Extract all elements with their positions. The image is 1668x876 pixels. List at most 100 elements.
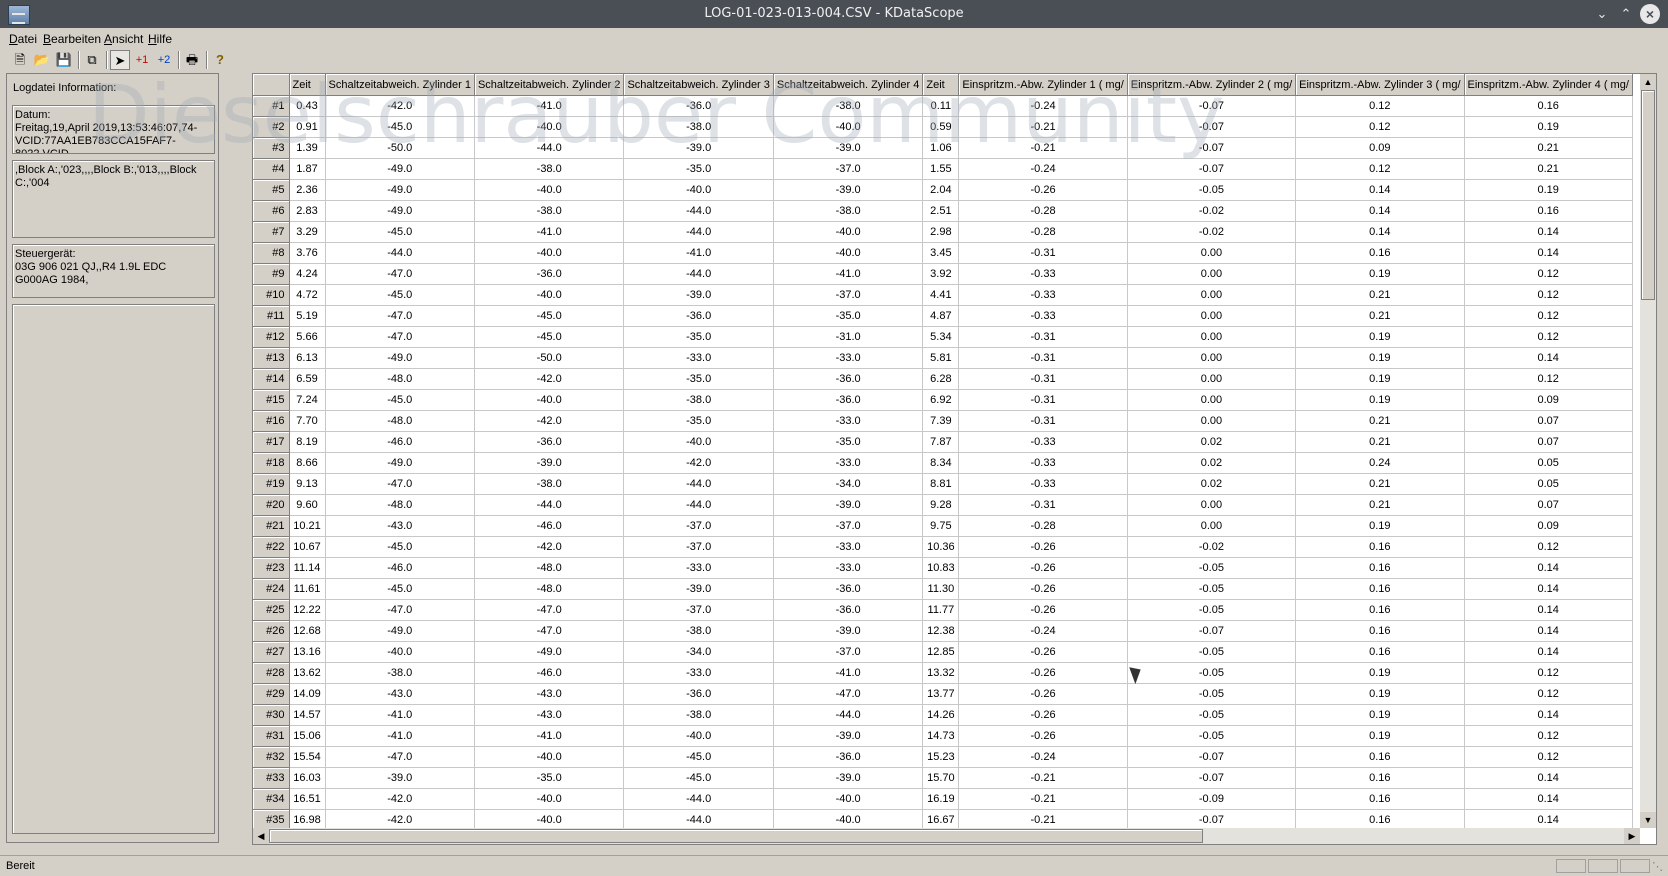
table-cell[interactable]: -39.0 <box>623 284 774 306</box>
table-row[interactable]: #24 11.61 -45.0 -48.0 -39.0 -36.0 11.30 -0.26 -0… <box>253 578 1633 600</box>
table-cell[interactable]: -37.0 <box>623 515 774 537</box>
table-cell[interactable]: 10.67 <box>289 536 326 558</box>
table-cell[interactable]: -38.0 <box>773 200 924 222</box>
table-cell[interactable]: -37.0 <box>623 599 774 621</box>
table-cell[interactable]: -49.0 <box>325 158 475 180</box>
minimize-icon[interactable]: ⌄ <box>1592 4 1612 24</box>
table-row[interactable]: #16 7.70 -48.0 -42.0 -35.0 -33.0 7.39 -0.31 0.00… <box>253 410 1633 432</box>
table-cell[interactable]: -48.0 <box>474 557 625 579</box>
row-header[interactable]: #4 <box>253 158 290 180</box>
table-cell[interactable]: -35.0 <box>623 326 774 348</box>
table-cell[interactable]: -0.28 <box>958 515 1128 537</box>
table-cell[interactable]: -36.0 <box>623 683 774 705</box>
table-cell[interactable]: -40.0 <box>474 746 625 768</box>
table-cell[interactable]: 12.38 <box>922 620 960 642</box>
table-cell[interactable]: -41.0 <box>474 221 625 243</box>
column-header[interactable]: Schaltzeitabweich. Zylinder 1 <box>325 74 475 96</box>
table-cell[interactable]: -0.26 <box>958 179 1128 201</box>
table-cell[interactable]: -0.02 <box>1127 221 1297 243</box>
table-cell[interactable]: -35.0 <box>623 158 774 180</box>
table-cell[interactable]: 0.14 <box>1464 641 1633 663</box>
row-header[interactable]: #11 <box>253 305 290 327</box>
table-cell[interactable]: -0.24 <box>958 158 1128 180</box>
table-cell[interactable]: -44.0 <box>623 473 774 495</box>
table-cell[interactable]: -0.24 <box>958 95 1128 117</box>
table-cell[interactable]: 0.19 <box>1464 116 1633 138</box>
table-cell[interactable]: -40.0 <box>474 389 625 411</box>
table-row[interactable]: #31 15.06 -41.0 -41.0 -40.0 -39.0 14.73 -0.26 -0… <box>253 725 1633 747</box>
table-cell[interactable]: -49.0 <box>325 452 475 474</box>
table-cell[interactable]: 0.14 <box>1464 242 1633 264</box>
table-cell[interactable]: 15.70 <box>922 767 960 789</box>
table-cell[interactable]: -0.31 <box>958 494 1128 516</box>
table-cell[interactable]: -46.0 <box>325 431 475 453</box>
table-cell[interactable]: -49.0 <box>474 641 625 663</box>
table-cell[interactable]: 3.76 <box>289 242 326 264</box>
table-cell[interactable]: 15.23 <box>922 746 960 768</box>
table-cell[interactable]: -0.05 <box>1127 725 1297 747</box>
table-row[interactable]: #11 5.19 -47.0 -45.0 -36.0 -35.0 4.87 -0.33 0.00… <box>253 305 1633 327</box>
table-cell[interactable]: 12.85 <box>922 641 960 663</box>
resize-grip-icon[interactable]: ⋱ <box>1652 860 1663 873</box>
table-cell[interactable]: 2.83 <box>289 200 326 222</box>
table-cell[interactable]: -0.07 <box>1127 767 1297 789</box>
table-cell[interactable]: -0.07 <box>1127 116 1297 138</box>
table-cell[interactable]: -40.0 <box>773 788 924 810</box>
table-row[interactable]: #5 2.36 -49.0 -40.0 -40.0 -39.0 2.04 -0.26 -0.05… <box>253 179 1633 201</box>
table-cell[interactable]: -0.07 <box>1127 620 1297 642</box>
table-cell[interactable]: -36.0 <box>474 431 625 453</box>
table-cell[interactable]: 0.16 <box>1295 746 1465 768</box>
table-cell[interactable]: -33.0 <box>773 410 924 432</box>
table-cell[interactable]: 0.19 <box>1295 704 1465 726</box>
table-cell[interactable]: -39.0 <box>325 767 475 789</box>
table-cell[interactable]: -37.0 <box>773 515 924 537</box>
table-cell[interactable]: 0.21 <box>1464 137 1633 159</box>
table-cell[interactable]: -50.0 <box>325 137 475 159</box>
table-cell[interactable]: 13.32 <box>922 662 960 684</box>
table-cell[interactable]: -0.33 <box>958 284 1128 306</box>
table-cell[interactable]: 0.19 <box>1295 368 1465 390</box>
scroll-down-icon[interactable]: ▼ <box>1640 812 1656 828</box>
table-cell[interactable]: 16.19 <box>922 788 960 810</box>
column-header[interactable]: Zeit <box>289 74 326 96</box>
table-cell[interactable]: -40.0 <box>474 242 625 264</box>
table-cell[interactable]: -38.0 <box>623 704 774 726</box>
table-cell[interactable]: -50.0 <box>474 347 625 369</box>
table-cell[interactable]: -41.0 <box>773 263 924 285</box>
table-cell[interactable]: -33.0 <box>773 452 924 474</box>
print-icon[interactable]: 🖶 <box>182 50 202 70</box>
data-grid[interactable]: Zeit Schaltzeitabweich. Zylinder 1 Schal… <box>252 73 1657 845</box>
table-cell[interactable]: -36.0 <box>474 263 625 285</box>
table-cell[interactable]: 1.39 <box>289 137 326 159</box>
row-header[interactable]: #9 <box>253 263 290 285</box>
scroll-left-icon[interactable]: ◀ <box>253 828 269 844</box>
column-header[interactable]: Einspritzm.-Abw. Zylinder 4 ( mg/ <box>1464 74 1633 96</box>
table-cell[interactable]: -47.0 <box>325 599 475 621</box>
table-cell[interactable]: -47.0 <box>474 620 625 642</box>
table-cell[interactable]: 0.21 <box>1295 305 1465 327</box>
table-row[interactable]: #6 2.83 -49.0 -38.0 -44.0 -38.0 2.51 -0.28 -0.02… <box>253 200 1633 222</box>
table-cell[interactable]: -44.0 <box>623 263 774 285</box>
table-cell[interactable]: 0.19 <box>1464 179 1633 201</box>
table-cell[interactable]: -47.0 <box>474 599 625 621</box>
table-cell[interactable]: -0.33 <box>958 452 1128 474</box>
table-cell[interactable]: 7.24 <box>289 389 326 411</box>
table-cell[interactable]: -35.0 <box>773 431 924 453</box>
table-cell[interactable]: -0.31 <box>958 389 1128 411</box>
table-cell[interactable]: 0.16 <box>1464 95 1633 117</box>
table-cell[interactable]: -44.0 <box>474 137 625 159</box>
table-row[interactable]: #9 4.24 -47.0 -36.0 -44.0 -41.0 3.92 -0.33 0.00 0… <box>253 263 1633 285</box>
table-cell[interactable]: 0.11 <box>922 95 960 117</box>
table-cell[interactable]: 7.87 <box>922 431 960 453</box>
table-cell[interactable]: -0.21 <box>958 116 1128 138</box>
row-header[interactable]: #22 <box>253 536 290 558</box>
table-cell[interactable]: 5.81 <box>922 347 960 369</box>
table-cell[interactable]: 15.54 <box>289 746 326 768</box>
table-cell[interactable]: 8.81 <box>922 473 960 495</box>
table-cell[interactable]: -36.0 <box>623 305 774 327</box>
table-cell[interactable]: 0.21 <box>1295 494 1465 516</box>
row-header[interactable]: #12 <box>253 326 290 348</box>
table-cell[interactable]: 0.12 <box>1464 305 1633 327</box>
table-cell[interactable]: 12.22 <box>289 599 326 621</box>
table-cell[interactable]: 13.16 <box>289 641 326 663</box>
